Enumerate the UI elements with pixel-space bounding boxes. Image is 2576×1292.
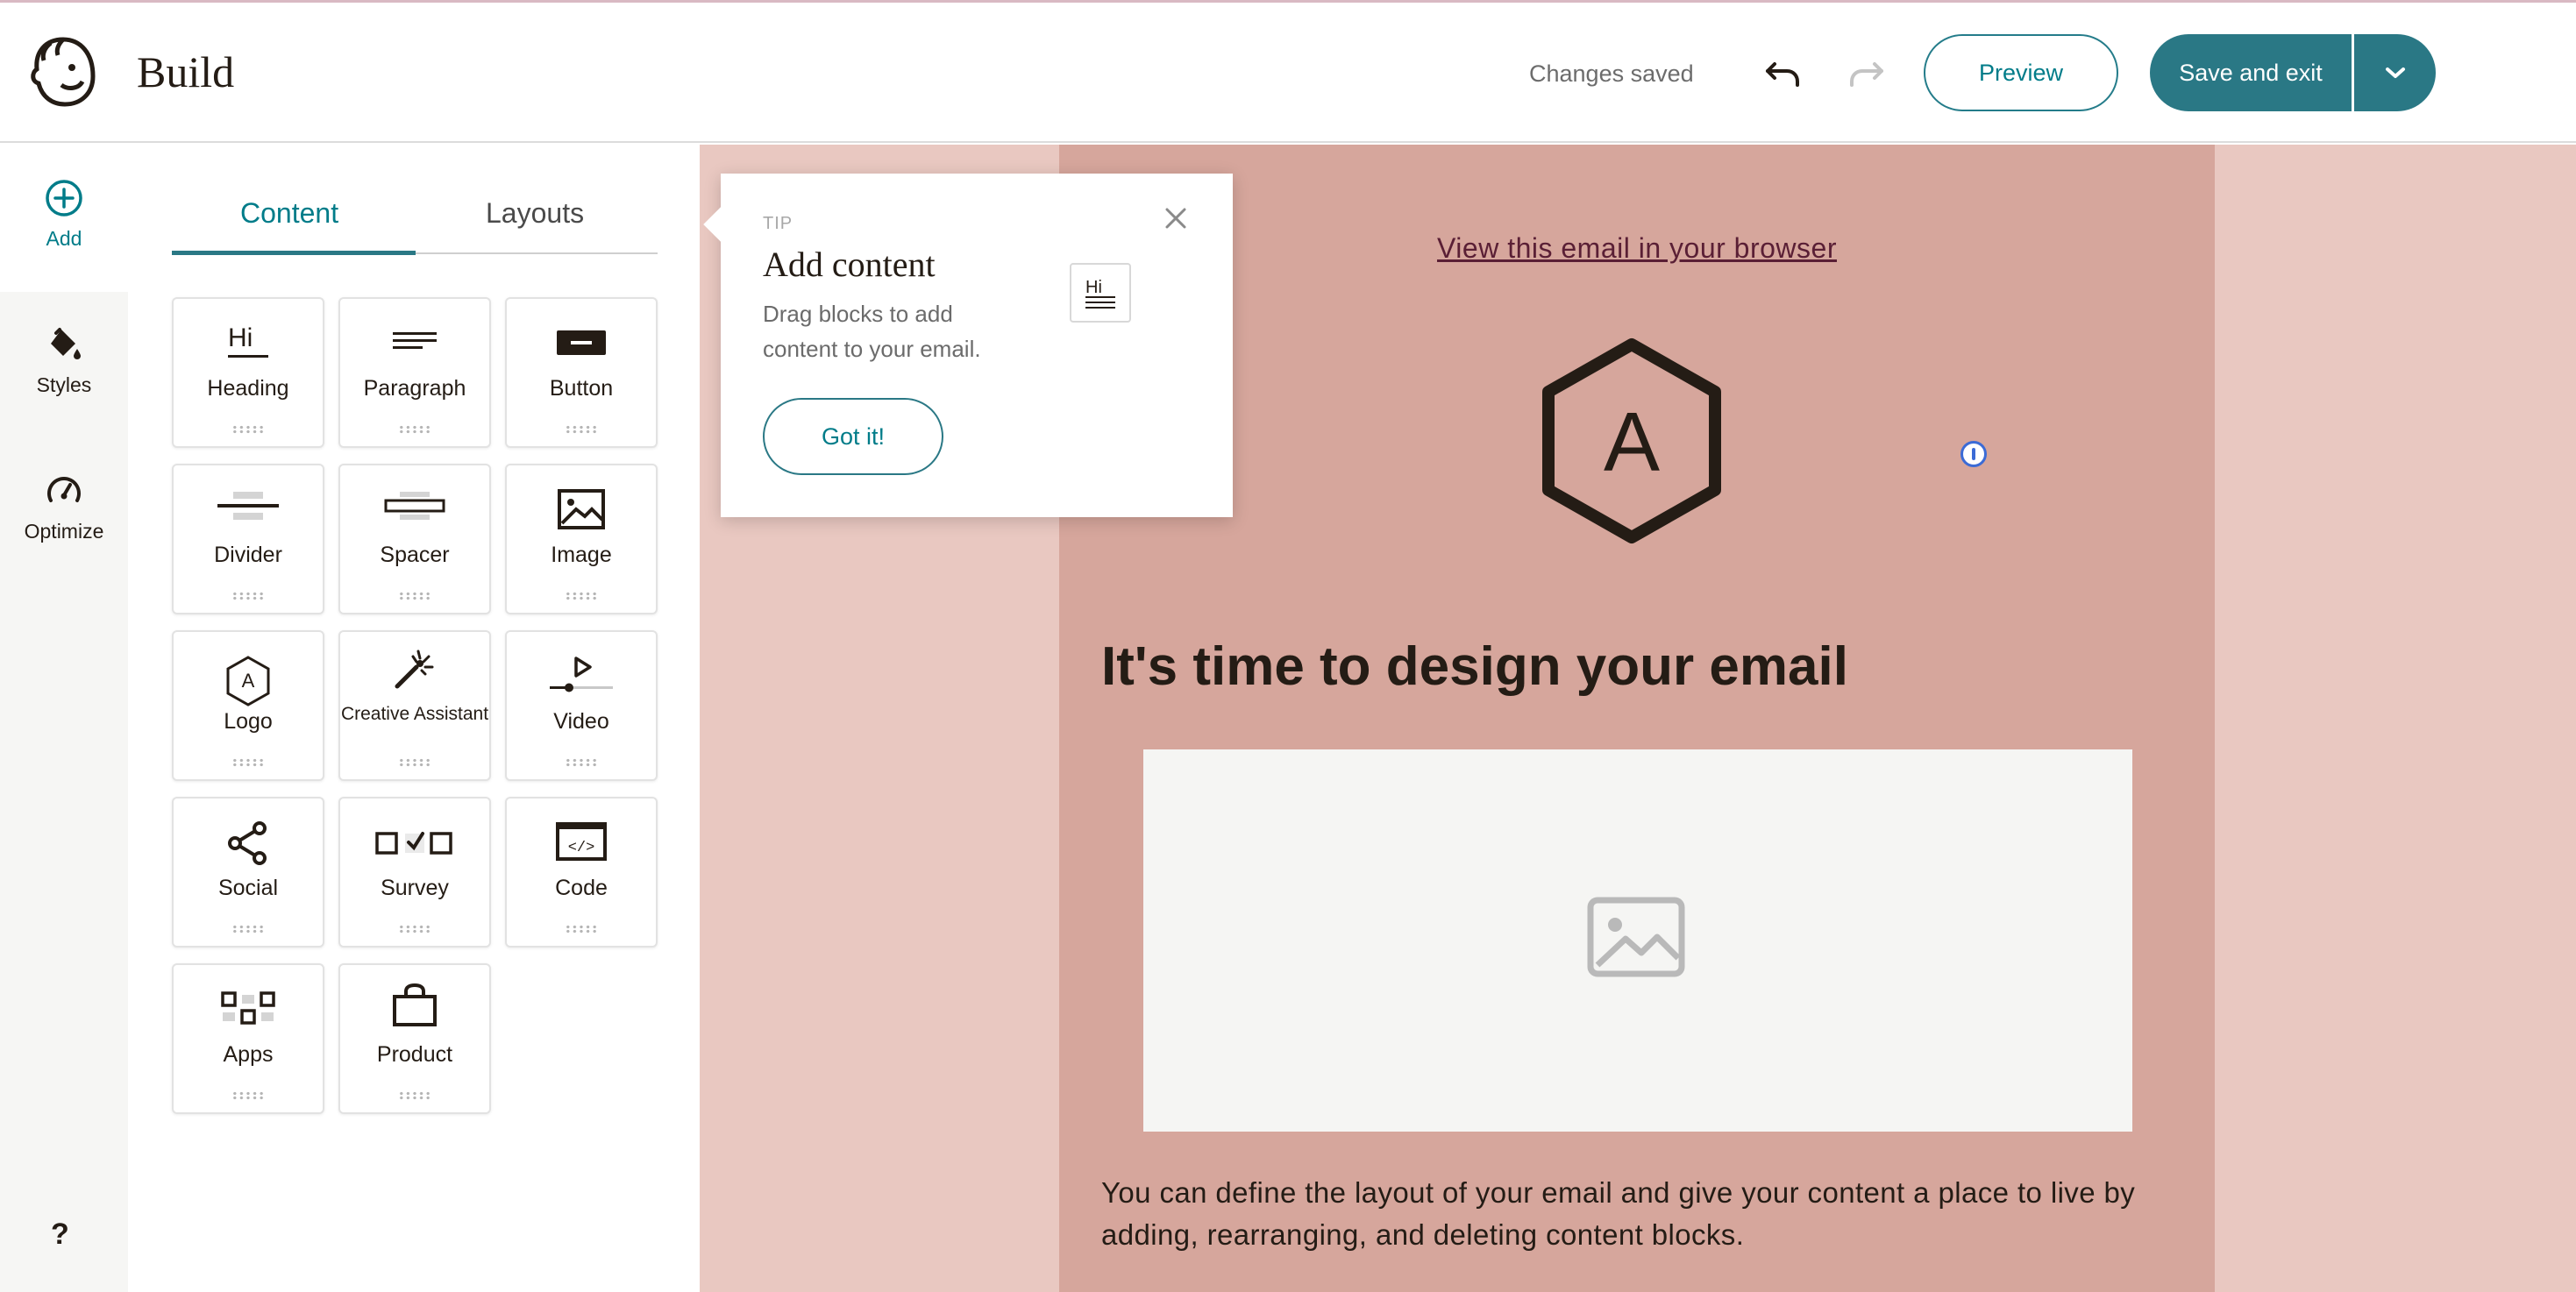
block-label: Spacer bbox=[380, 543, 450, 567]
apps-icon bbox=[221, 991, 275, 1025]
button-icon bbox=[557, 330, 606, 355]
rail-add-button[interactable]: Add bbox=[0, 178, 128, 251]
block-code[interactable]: </> Code bbox=[505, 797, 658, 948]
block-creative-assistant[interactable]: Creative Assistant bbox=[338, 630, 491, 781]
svg-text:Hi: Hi bbox=[228, 323, 253, 352]
drag-handle-icon[interactable] bbox=[398, 592, 431, 600]
paragraph-icon bbox=[393, 332, 437, 349]
rail-optimize-label: Optimize bbox=[24, 520, 104, 543]
plus-circle-icon bbox=[46, 180, 82, 217]
drag-handle-icon[interactable] bbox=[398, 1091, 431, 1100]
tip-text: Drag blocks to add content to your email… bbox=[763, 301, 981, 362]
block-label: Creative Assistant bbox=[340, 704, 489, 724]
tab-content[interactable]: Content bbox=[240, 197, 338, 230]
block-spacer[interactable]: Spacer bbox=[338, 464, 491, 614]
left-rail: Add Styles Optimize ? bbox=[0, 145, 128, 1292]
block-label: Survey bbox=[381, 876, 449, 900]
block-label: Heading bbox=[207, 376, 289, 401]
heading-icon: Hi bbox=[228, 323, 268, 358]
redo-icon[interactable] bbox=[1847, 53, 1887, 94]
block-label: Product bbox=[376, 1042, 453, 1067]
block-label: Paragraph bbox=[363, 376, 466, 401]
logo-letter: A bbox=[1604, 395, 1660, 489]
block-label: Logo bbox=[224, 709, 273, 734]
drag-handle-icon[interactable] bbox=[565, 925, 598, 934]
drag-handle-icon[interactable] bbox=[398, 925, 431, 934]
rail-styles-button[interactable]: Styles bbox=[0, 324, 128, 397]
rail-styles-label: Styles bbox=[36, 373, 92, 396]
image-icon bbox=[1587, 897, 1685, 977]
undo-icon[interactable] bbox=[1762, 53, 1803, 94]
drag-handle-icon[interactable] bbox=[231, 425, 265, 434]
block-label: Image bbox=[551, 543, 612, 567]
drag-handle-icon[interactable] bbox=[231, 925, 265, 934]
preview-button[interactable]: Preview bbox=[1924, 34, 2118, 111]
block-product[interactable]: Product bbox=[338, 963, 491, 1114]
help-button[interactable]: ? bbox=[51, 1217, 69, 1252]
app-header: Build Changes saved Preview Save and exi… bbox=[0, 3, 2576, 143]
block-survey[interactable]: Survey bbox=[338, 797, 491, 948]
content-panel: Content Layouts Hi Heading Paragraph But… bbox=[130, 145, 700, 1292]
block-heading[interactable]: Hi Heading bbox=[172, 297, 324, 448]
block-label: Social bbox=[217, 876, 279, 900]
image-placeholder[interactable] bbox=[1143, 749, 2132, 1132]
divider-icon bbox=[217, 492, 279, 520]
gauge-icon bbox=[47, 477, 81, 502]
survey-icon bbox=[375, 832, 452, 855]
block-button[interactable]: Button bbox=[505, 297, 658, 448]
drag-handle-icon[interactable] bbox=[231, 758, 265, 767]
tip-label: TIP bbox=[763, 214, 793, 233]
block-label: Button bbox=[549, 376, 614, 401]
save-status: Changes saved bbox=[1529, 60, 1694, 87]
block-label: Video bbox=[553, 709, 609, 734]
tab-active-indicator bbox=[172, 251, 416, 255]
block-label: Divider bbox=[214, 543, 282, 567]
block-divider[interactable]: Divider bbox=[172, 464, 324, 614]
rail-add-label: Add bbox=[46, 227, 82, 250]
save-options-dropdown[interactable] bbox=[2354, 34, 2436, 111]
block-apps[interactable]: Apps bbox=[172, 963, 324, 1114]
drag-handle-icon[interactable] bbox=[565, 425, 598, 434]
tip-title: Add content bbox=[763, 245, 936, 284]
block-video[interactable]: Video bbox=[505, 630, 658, 781]
password-manager-icon[interactable] bbox=[1960, 441, 1987, 467]
image-icon bbox=[558, 489, 605, 529]
rail-optimize-button[interactable]: Optimize bbox=[0, 471, 128, 543]
code-icon: </> bbox=[556, 822, 607, 861]
close-icon[interactable] bbox=[1163, 205, 1189, 231]
paint-bucket-icon bbox=[51, 328, 81, 359]
block-logo[interactable]: A Logo bbox=[172, 630, 324, 781]
shopping-bag-icon bbox=[393, 983, 437, 1026]
drag-handle-icon[interactable] bbox=[231, 592, 265, 600]
block-social[interactable]: Social bbox=[172, 797, 324, 948]
block-label: Code bbox=[555, 876, 608, 900]
magic-wand-icon bbox=[395, 650, 434, 689]
drag-handle-icon[interactable] bbox=[231, 1091, 265, 1100]
block-label: Apps bbox=[223, 1042, 274, 1067]
email-headline[interactable]: It's time to design your email bbox=[1101, 635, 1848, 698]
svg-text:A: A bbox=[242, 670, 255, 692]
tab-layouts[interactable]: Layouts bbox=[486, 197, 584, 230]
page-title: Build bbox=[137, 47, 235, 96]
drag-handle-icon[interactable] bbox=[565, 592, 598, 600]
chevron-down-icon bbox=[2385, 67, 2405, 78]
drag-handle-icon[interactable] bbox=[398, 425, 431, 434]
add-content-tip: TIP Add content Drag blocks to add conte… bbox=[703, 174, 1233, 517]
logo-placeholder[interactable]: A bbox=[1540, 337, 1724, 544]
block-image[interactable]: Image bbox=[505, 464, 658, 614]
svg-text:</>: </> bbox=[568, 840, 595, 856]
block-paragraph[interactable]: Paragraph bbox=[338, 297, 491, 448]
email-body-text[interactable]: You can define the layout of your email … bbox=[1101, 1172, 2188, 1256]
mailchimp-logo-icon[interactable] bbox=[28, 34, 98, 108]
drag-handle-icon[interactable] bbox=[565, 758, 598, 767]
share-icon bbox=[228, 821, 267, 865]
video-icon bbox=[550, 657, 613, 692]
got-it-button[interactable]: Got it! bbox=[763, 398, 943, 475]
svg-text:Hi: Hi bbox=[1085, 278, 1102, 297]
save-and-exit-button[interactable]: Save and exit bbox=[2150, 34, 2352, 111]
logo-icon: A bbox=[226, 656, 270, 706]
spacer-icon bbox=[384, 492, 445, 520]
heading-thumb-icon: Hi bbox=[1070, 263, 1131, 323]
drag-handle-icon[interactable] bbox=[398, 758, 431, 767]
